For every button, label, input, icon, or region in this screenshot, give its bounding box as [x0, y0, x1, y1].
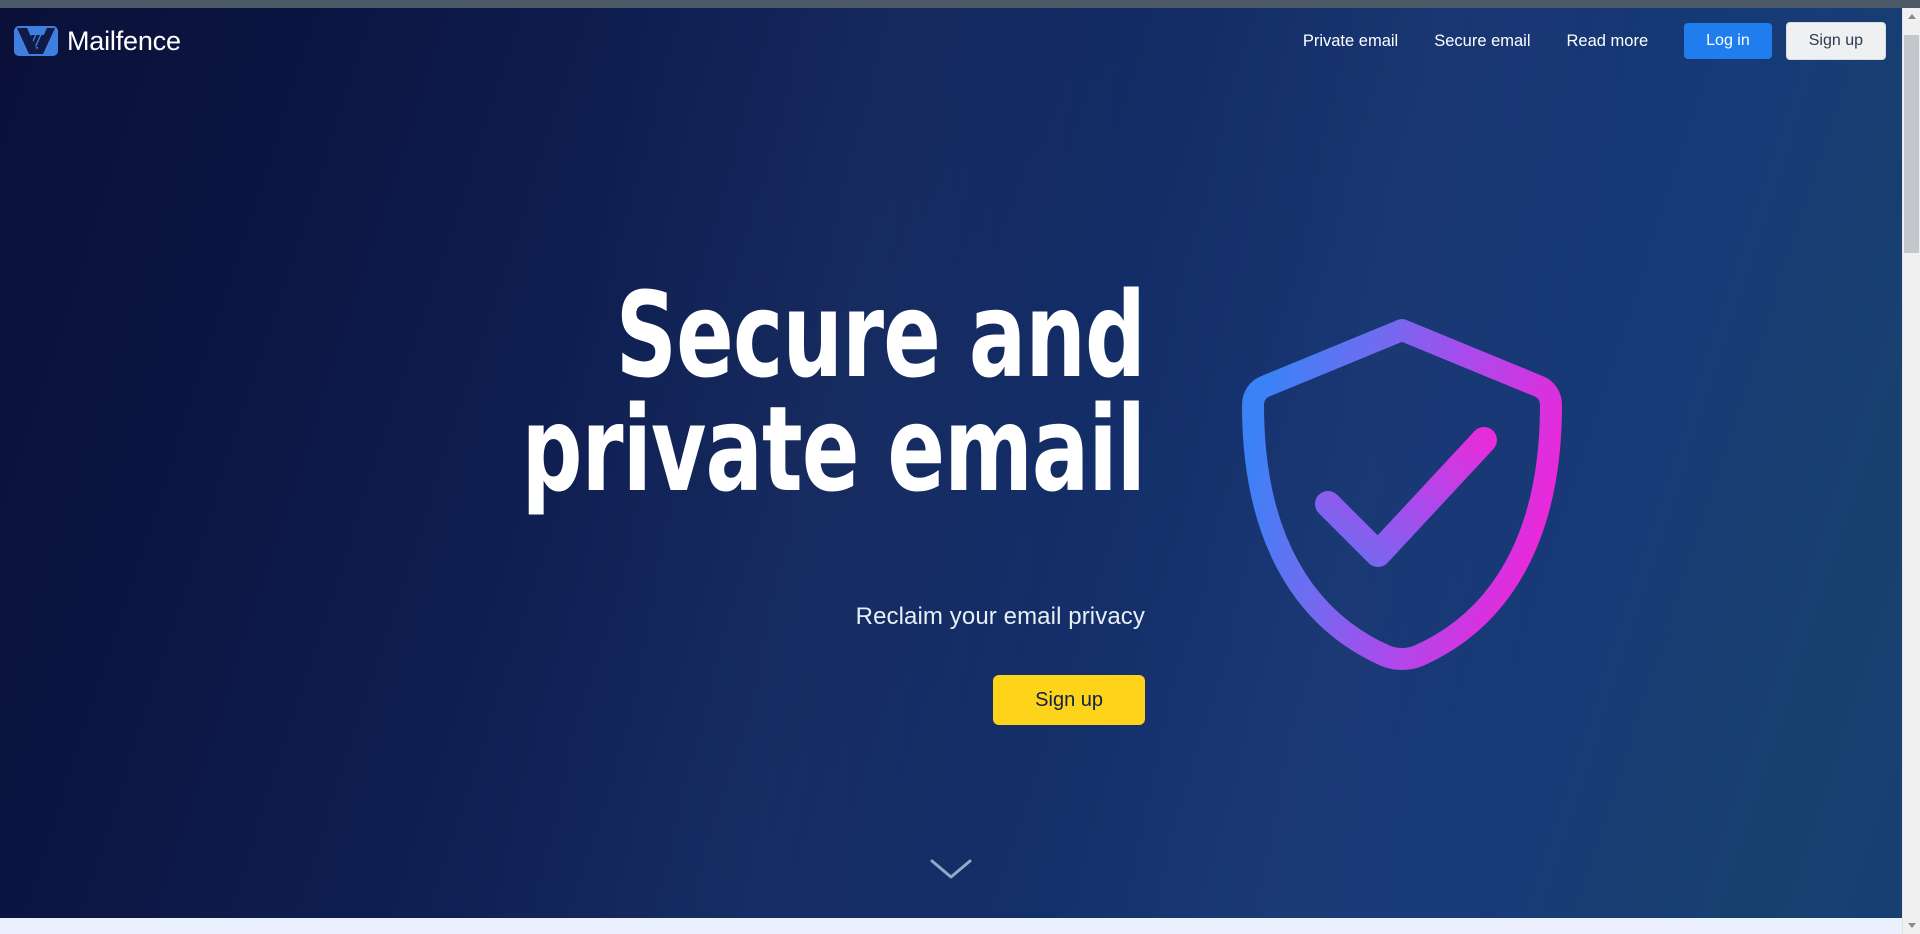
- page-scrollbar[interactable]: [1902, 8, 1920, 934]
- next-section-peek: [0, 918, 1902, 934]
- mailfence-logo-icon: [14, 26, 58, 56]
- login-button[interactable]: Log in: [1684, 23, 1772, 59]
- brand-logo-link[interactable]: Mailfence: [14, 26, 181, 56]
- nav-link-secure-email[interactable]: Secure email: [1416, 27, 1548, 56]
- site-header: Mailfence Private email Secure email Rea…: [0, 8, 1902, 74]
- main-navigation: Private email Secure email Read more Log…: [1285, 22, 1902, 60]
- chevron-down-icon[interactable]: [928, 856, 974, 882]
- hero-cta-wrap: Sign up: [300, 674, 1145, 725]
- brand-name: Mailfence: [67, 25, 181, 56]
- hero-subtitle: Reclaim your email privacy: [855, 602, 1145, 630]
- nav-link-read-more[interactable]: Read more: [1549, 27, 1667, 56]
- scroll-up-arrow-icon[interactable]: [1903, 8, 1920, 25]
- signup-button-nav[interactable]: Sign up: [1785, 22, 1886, 60]
- shield-check-icon: [1232, 308, 1572, 680]
- scrollbar-thumb[interactable]: [1904, 35, 1919, 253]
- signup-button-hero[interactable]: Sign up: [993, 674, 1145, 725]
- browser-viewport: Mailfence Private email Secure email Rea…: [0, 0, 1920, 934]
- nav-link-private-email[interactable]: Private email: [1285, 27, 1416, 56]
- page-content: Mailfence Private email Secure email Rea…: [0, 8, 1902, 934]
- hero-inner: Secure and private email Reclaim your em…: [0, 8, 1902, 918]
- scroll-down-arrow-icon[interactable]: [1903, 917, 1920, 934]
- hero-section: Mailfence Private email Secure email Rea…: [0, 8, 1902, 918]
- hero-copy: Secure and private email Reclaim your em…: [300, 266, 1146, 725]
- hero-title: Secure and private email: [521, 266, 1146, 519]
- browser-chrome-top-edge: [0, 0, 1920, 8]
